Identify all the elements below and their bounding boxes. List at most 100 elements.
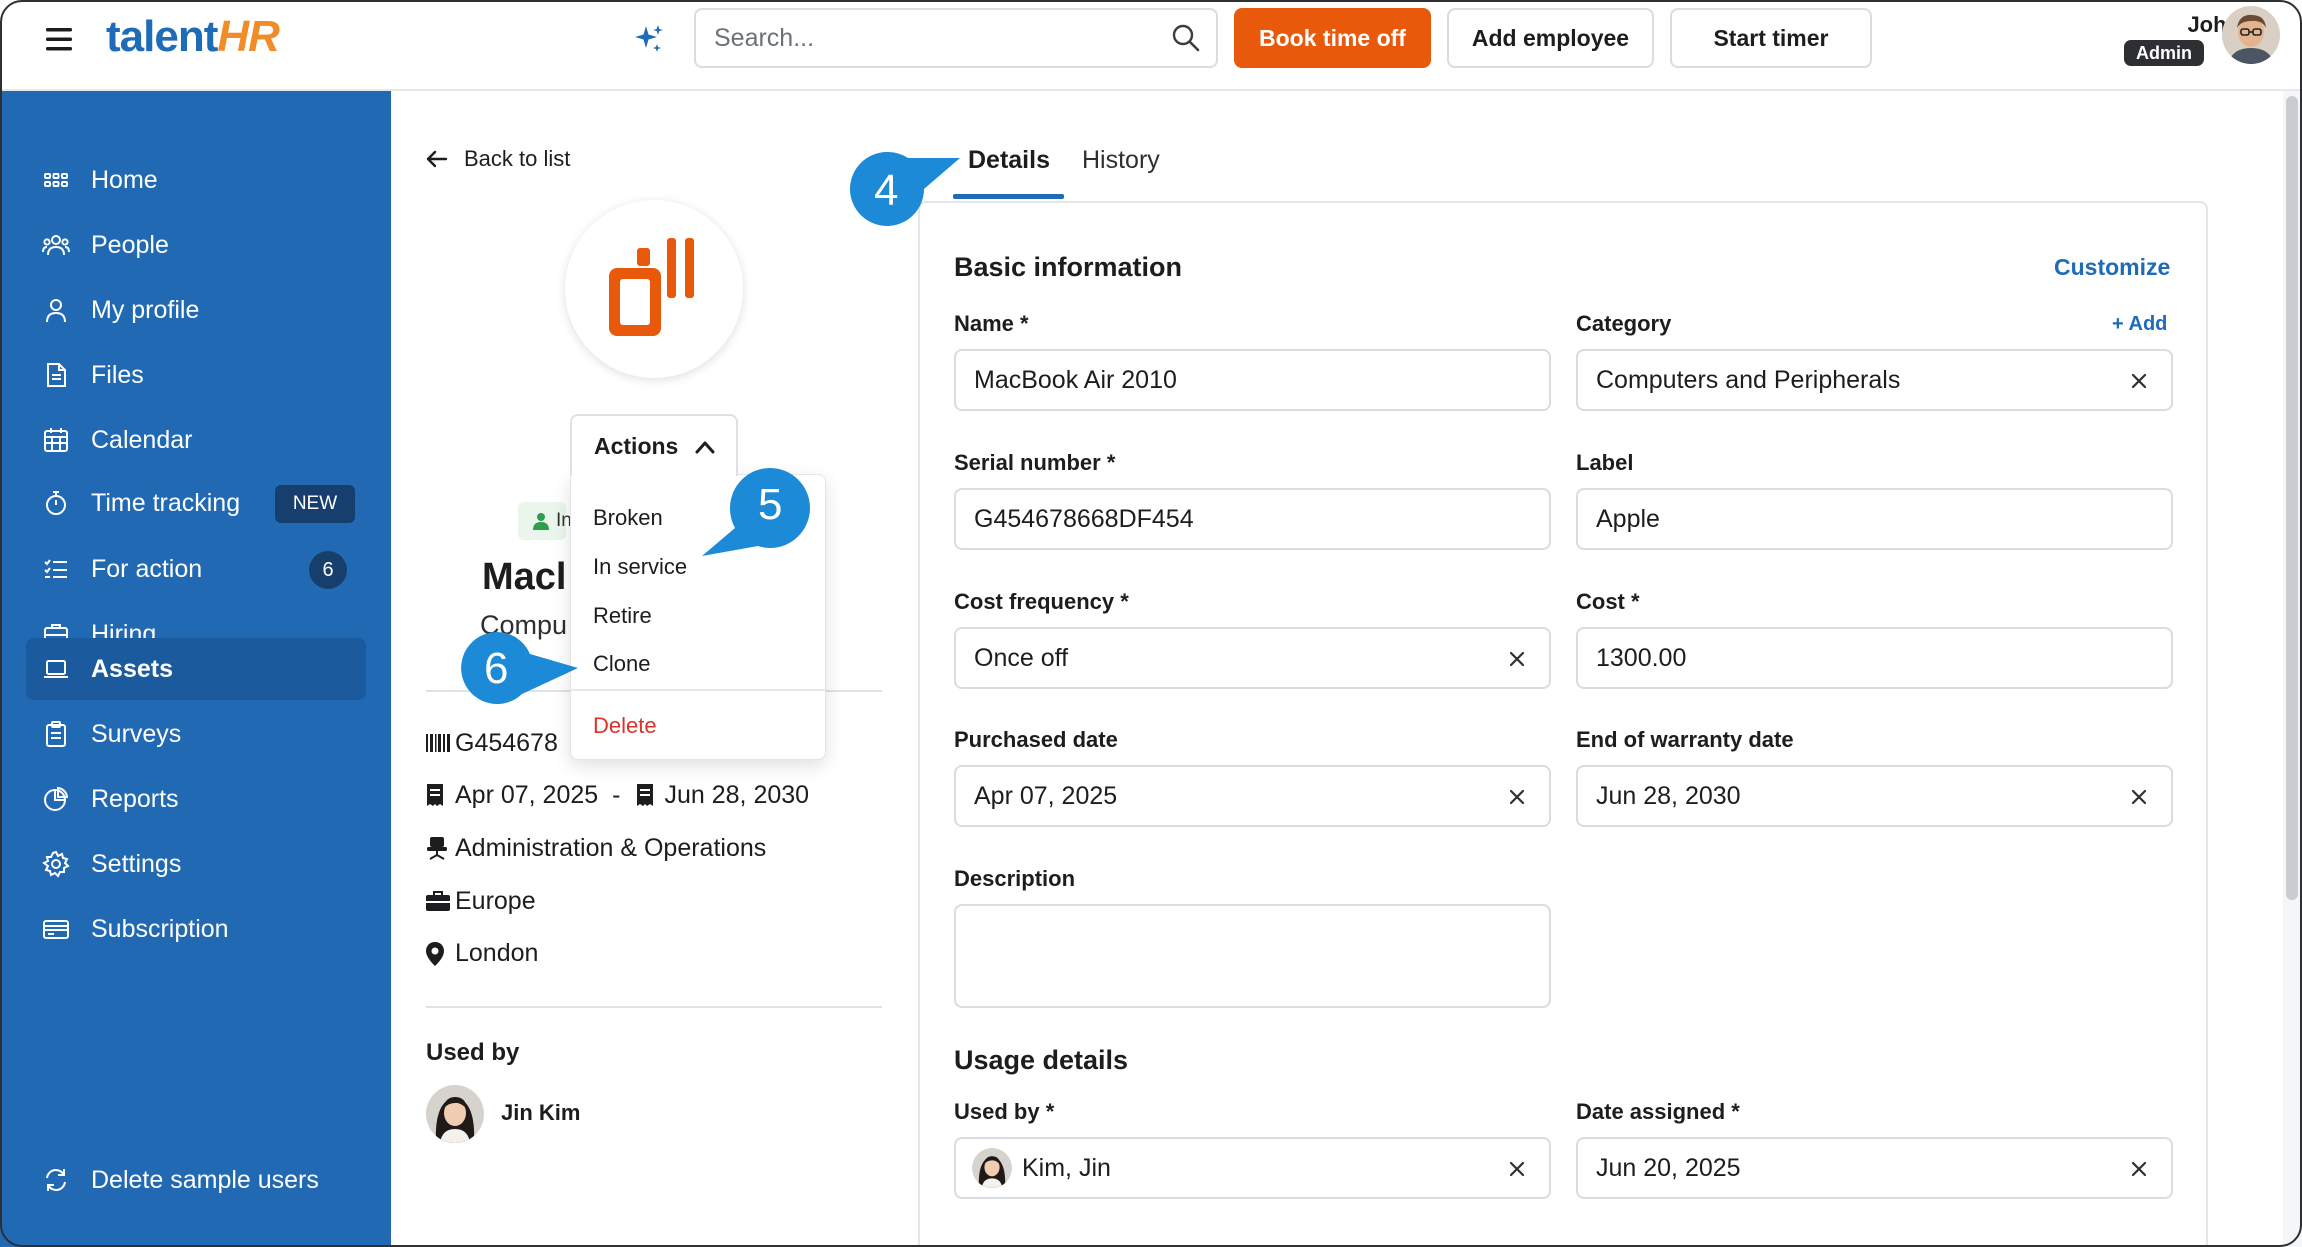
callout-number: 6 <box>484 644 509 693</box>
back-to-list-link[interactable]: Back to list <box>424 144 570 174</box>
sidebar-item-label: Subscription <box>91 914 229 943</box>
date-assigned-value: Jun 20, 2025 <box>1596 1153 1741 1182</box>
serial-number-field[interactable]: G454678668DF454 <box>954 488 1551 550</box>
used-by-select[interactable]: Kim, Jin <box>954 1137 1551 1199</box>
sidebar-item-label: Surveys <box>91 719 182 748</box>
description-label: Description <box>954 866 1076 891</box>
employee-avatar <box>972 1148 1012 1188</box>
ai-sparkle-icon[interactable] <box>632 22 666 56</box>
sidebar-item-assets[interactable]: Assets <box>26 638 366 700</box>
division-row: Europe <box>425 885 536 917</box>
add-employee-button[interactable]: Add employee <box>1447 8 1654 68</box>
search-input[interactable] <box>714 10 1154 66</box>
sidebar-item-people[interactable]: People <box>26 214 366 276</box>
sidebar-item-time-tracking[interactable]: Time tracking NEW <box>26 472 366 534</box>
sidebar-item-for-action[interactable]: For action 6 <box>26 538 366 600</box>
user-avatar[interactable] <box>2222 6 2280 64</box>
start-timer-button[interactable]: Start timer <box>1670 8 1872 68</box>
sidebar-item-home[interactable]: Home <box>26 149 366 211</box>
divider <box>426 1006 882 1008</box>
delete-sample-users-link[interactable]: Delete sample users <box>26 1149 366 1211</box>
description-textarea[interactable] <box>954 904 1551 1008</box>
used-by-name[interactable]: Jin Kim <box>501 1100 580 1126</box>
sidebar-item-files[interactable]: Files <box>26 344 366 406</box>
date-assigned-field[interactable]: Jun 20, 2025 <box>1576 1137 2173 1199</box>
stopwatch-icon <box>42 489 70 517</box>
customize-link[interactable]: Customize <box>2054 254 2170 281</box>
laptop-icon <box>42 655 70 683</box>
purchased-date-value: Apr 07, 2025 <box>974 781 1118 810</box>
date-separator: - <box>612 780 621 809</box>
for-action-count-badge: 6 <box>309 551 347 589</box>
cost-field[interactable]: 1300.00 <box>1576 627 2173 689</box>
purchased-date-label: Purchased date <box>954 727 1118 752</box>
sidebar-item-settings[interactable]: Settings <box>26 833 366 895</box>
talenthr-logo[interactable]: talentHR <box>106 12 280 62</box>
scrollbar-thumb[interactable] <box>2286 96 2298 900</box>
clear-icon[interactable] <box>2129 787 2149 807</box>
tab-history[interactable]: History <box>1082 146 1160 175</box>
menu-icon[interactable] <box>42 22 76 56</box>
menu-item-in-service[interactable]: In service <box>593 554 687 580</box>
sidebar-item-label: People <box>91 230 169 259</box>
clear-icon[interactable] <box>1507 787 1527 807</box>
purchased-date-field[interactable]: Apr 07, 2025 <box>954 765 1551 827</box>
callout-5: 5 <box>702 466 814 560</box>
cost-label: Cost * <box>1576 589 1640 614</box>
sidebar-item-my-profile[interactable]: My profile <box>26 279 366 341</box>
sidebar-item-label: Settings <box>91 849 182 878</box>
category-label: Category <box>1576 311 1672 336</box>
sidebar-item-label: Time tracking <box>91 488 241 517</box>
category-select[interactable]: Computers and Peripherals <box>1576 349 2173 411</box>
clear-icon[interactable] <box>2129 371 2149 391</box>
tab-details[interactable]: Details <box>968 146 1050 175</box>
clear-icon[interactable] <box>1507 1159 1527 1179</box>
basic-information-heading: Basic information <box>954 252 1183 282</box>
asset-avatar <box>565 200 743 378</box>
serial-row: G454678 <box>425 727 558 759</box>
sidebar-item-surveys[interactable]: Surveys <box>26 703 366 765</box>
employee-avatar[interactable] <box>426 1085 484 1143</box>
menu-item-retire[interactable]: Retire <box>593 603 652 629</box>
date-assigned-label: Date assigned * <box>1576 1099 1740 1124</box>
chair-icon <box>425 836 449 860</box>
asset-device-icon <box>609 238 694 336</box>
add-category-link[interactable]: + Add <box>2112 313 2167 336</box>
end-of-warranty-field[interactable]: Jun 28, 2030 <box>1576 765 2173 827</box>
end-of-warranty-label: End of warranty date <box>1576 727 1794 752</box>
file-icon <box>42 361 70 389</box>
serial-number-label: Serial number * <box>954 450 1116 475</box>
search-box <box>694 8 1218 68</box>
menu-item-broken[interactable]: Broken <box>593 505 663 531</box>
grid-icon <box>42 166 70 194</box>
sidebar-item-calendar[interactable]: Calendar <box>26 409 366 471</box>
receipt-icon <box>425 783 449 807</box>
name-field[interactable]: MacBook Air 2010 <box>954 349 1551 411</box>
chevron-up-icon <box>694 438 716 456</box>
role-badge: Admin <box>2124 40 2204 66</box>
used-by-heading: Used by <box>426 1039 520 1066</box>
sidebar-item-subscription[interactable]: Subscription <box>26 898 366 960</box>
sidebar-footer-label: Delete sample users <box>91 1165 319 1194</box>
cost-value: 1300.00 <box>1596 643 1687 672</box>
callout-number: 4 <box>874 166 899 215</box>
sidebar-item-reports[interactable]: Reports <box>26 768 366 830</box>
barcode-icon <box>425 731 450 755</box>
clear-icon[interactable] <box>2129 1159 2149 1179</box>
clear-icon[interactable] <box>1507 649 1527 669</box>
search-icon[interactable] <box>1170 22 1202 54</box>
cost-frequency-label: Cost frequency * <box>954 589 1129 614</box>
card-icon <box>42 915 70 943</box>
briefcase-icon <box>425 889 450 913</box>
category-value: Computers and Peripherals <box>1596 365 1901 394</box>
label-field[interactable]: Apple <box>1576 488 2173 550</box>
cost-frequency-select[interactable]: Once off <box>954 627 1551 689</box>
menu-item-delete[interactable]: Delete <box>593 713 657 739</box>
label-label: Label <box>1576 450 1634 475</box>
used-by-label: Used by * <box>954 1099 1055 1124</box>
arrow-left-icon <box>424 146 450 172</box>
menu-item-clone[interactable]: Clone <box>593 651 650 677</box>
name-value: MacBook Air 2010 <box>974 365 1177 394</box>
refresh-icon <box>42 1166 70 1194</box>
book-time-off-button[interactable]: Book time off <box>1234 8 1431 68</box>
